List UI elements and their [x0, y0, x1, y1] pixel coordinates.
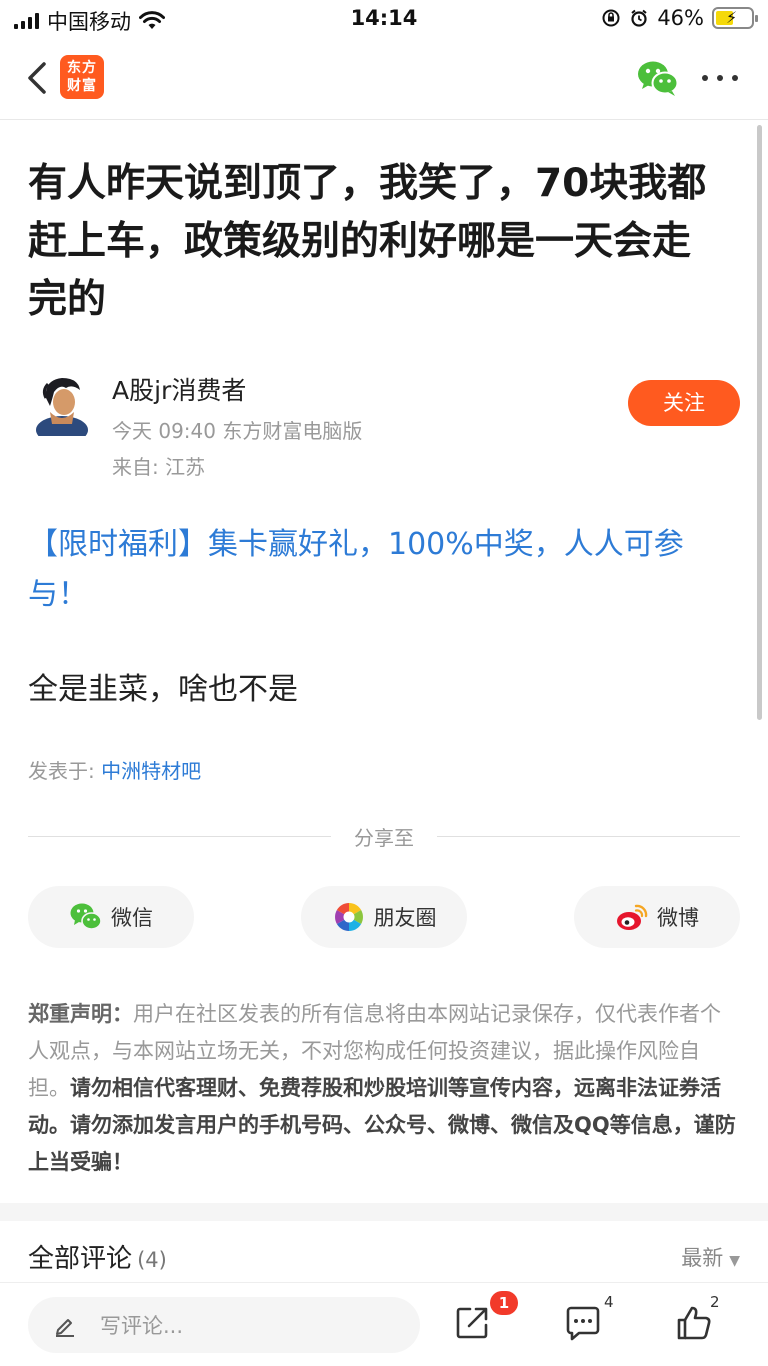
forum-link[interactable]: 中洲特材吧: [101, 759, 201, 783]
like-icon[interactable]: [674, 1303, 714, 1343]
battery-icon: ⚡: [712, 7, 758, 29]
scroll-indicator[interactable]: [757, 125, 762, 720]
more-icon[interactable]: [702, 60, 738, 96]
avatar[interactable]: [32, 372, 92, 436]
like-count-badge: 2: [710, 1293, 720, 1311]
author-name[interactable]: A股jr消费者: [112, 371, 246, 407]
share-badge: 1: [490, 1291, 518, 1315]
status-right: 46% ⚡: [601, 6, 758, 30]
battery-percent: 46%: [657, 6, 704, 30]
share-wechat-label: 微信: [111, 906, 153, 930]
disclaimer-label: 郑重声明：: [28, 1002, 133, 1026]
pencil-icon: [56, 1319, 74, 1337]
sort-dropdown[interactable]: 最新 ▼: [681, 1242, 740, 1272]
alarm-icon: [631, 9, 647, 27]
sort-label: 最新: [681, 1246, 724, 1270]
moments-icon: [334, 903, 363, 931]
author-block: A股jr消费者 今天 09:40 东方财富电脑版 来自: 江苏 关注: [28, 368, 740, 488]
weibo-icon: [617, 904, 648, 930]
wechat-share-icon[interactable]: [636, 58, 680, 98]
disclaimer-warning: 请勿相信代客理财、免费荐股和炒股培训等宣传内容，远离非法证券活动。请勿添加发言用…: [28, 1076, 736, 1174]
share-wechat-button[interactable]: 微信: [28, 886, 194, 948]
posted-in-label: 发表于:: [28, 759, 95, 783]
disclaimer: 郑重声明：用户在社区发表的所有信息将由本网站记录保存，仅代表作者个人观点，与本网…: [28, 996, 740, 1181]
nav-bar: 东方 财富: [0, 40, 768, 120]
back-icon[interactable]: [18, 58, 58, 98]
comments-header: 全部评论 (4) 最新 ▼: [28, 1238, 740, 1278]
bottom-bar: 写评论... 1 4 2: [0, 1282, 768, 1366]
orientation-lock-icon: [602, 9, 620, 27]
share-weibo-button[interactable]: 微博: [574, 886, 740, 948]
comment-input[interactable]: 写评论...: [28, 1297, 420, 1353]
comments-title: 全部评论: [28, 1244, 133, 1274]
comment-icon[interactable]: [563, 1303, 603, 1343]
posted-in: 发表于: 中洲特材吧: [28, 755, 201, 784]
share-weibo-label: 微博: [657, 906, 699, 930]
share-icon[interactable]: [452, 1303, 492, 1343]
comment-placeholder: 写评论...: [100, 1314, 184, 1338]
wechat-icon: [70, 903, 102, 930]
follow-button[interactable]: 关注: [628, 380, 740, 426]
post-meta: 今天 09:40 东方财富电脑版: [112, 419, 363, 443]
comment-count-badge: 4: [604, 1293, 614, 1311]
section-divider: [0, 1203, 768, 1221]
share-moments-button[interactable]: 朋友圈: [301, 886, 467, 948]
comments-count: (4): [137, 1248, 167, 1272]
caret-down-icon: ▼: [729, 1253, 740, 1269]
status-bar: 中国移动 14:14 46% ⚡: [0, 0, 768, 40]
share-moments-label: 朋友圈: [373, 906, 437, 930]
article-body: 全是韭菜，啥也不是: [28, 672, 298, 707]
app-logo: 东方 财富: [60, 55, 104, 99]
promo-link[interactable]: 【限时福利】集卡赢好礼，100%中奖，人人可参与！: [28, 520, 728, 620]
article-title: 有人昨天说到顶了，我笑了，70块我都赶上车，政策级别的利好哪是一天会走完的: [28, 161, 707, 322]
share-divider: 分享至: [28, 820, 740, 850]
post-location: 来自: 江苏: [112, 455, 206, 479]
